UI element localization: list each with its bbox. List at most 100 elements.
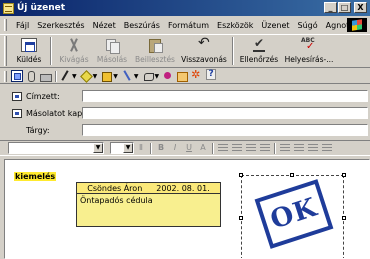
window-controls: _ □ X [324,2,367,13]
pen-icon[interactable] [59,70,71,82]
menu-help[interactable]: Súgó [294,21,322,30]
font-size-select[interactable]: ▼ [110,142,134,154]
undo-icon [196,35,212,52]
chevron-down-icon[interactable]: ▼ [113,73,118,80]
align-right-icon[interactable] [308,143,318,153]
chevron-down-icon[interactable]: ▼ [123,143,133,153]
help-icon[interactable] [204,69,217,82]
shape-icon[interactable] [142,70,154,82]
italic-button[interactable]: I [169,142,181,154]
menu-file[interactable]: Fájl [12,21,33,30]
menu-grip[interactable] [4,19,7,31]
note-text: Öntapadós cédula [80,196,153,205]
justify-icon[interactable] [322,143,332,153]
paste-button[interactable]: Beillesztés [131,35,179,67]
insert-toolbar: ▼ ▼ ▼ ▼ ▼ [0,68,370,84]
toolbar-separator [212,142,214,154]
subject-field[interactable] [82,124,368,136]
undo-label: Visszavonás [181,55,227,64]
print-icon[interactable] [39,70,52,82]
to-label: Címzett: [26,91,60,101]
cut-button[interactable]: Kivágás [55,35,93,67]
underline-button[interactable]: U [183,142,195,154]
minimize-button[interactable]: _ [324,2,337,13]
cc-field[interactable] [82,107,368,119]
copy-button[interactable]: Másolás [93,35,131,67]
resize-handle[interactable] [239,173,243,177]
menu-message[interactable]: Üzenet [257,21,293,30]
menu-view[interactable]: Nézet [89,21,120,30]
chevron-down-icon[interactable]: ▼ [155,73,160,80]
font-color-button[interactable]: A [197,142,209,154]
stationery-button[interactable] [11,70,23,82]
toolbar-grip[interactable] [4,36,7,66]
toolbar-grip[interactable] [4,70,7,82]
toolbar-separator [274,142,276,154]
menu-edit[interactable]: Szerkesztés [33,21,88,30]
toolbar-separator [232,37,234,65]
align-left-icon[interactable] [280,143,290,153]
menu-format[interactable]: Formátum [164,21,213,30]
address-book-icon[interactable] [12,108,22,118]
send-button[interactable]: Küldés [11,35,47,67]
resize-handle[interactable] [342,173,346,177]
paragraph-style-icon[interactable]: Ⅱ [135,142,147,154]
formatting-toolbar: ▼ ▼ Ⅱ B I U A [0,140,370,156]
cc-row: Másolatot kap: [0,106,370,120]
toolbar-separator [55,70,57,82]
undo-button[interactable]: Visszavonás [179,35,229,67]
gear-icon[interactable] [190,68,202,82]
message-body[interactable]: kiemelés Csöndes Áron 2002. 08. 01. Önta… [4,159,370,259]
check-names-label: Ellenőrzés [239,55,279,64]
paste-icon [147,38,163,53]
resize-handle[interactable] [342,216,346,220]
check-names-icon [251,36,267,52]
cut-label: Kivágás [59,55,89,64]
spelling-button[interactable]: Helyesírás-... [281,35,337,67]
brush-icon[interactable] [121,70,133,82]
decrease-indent-icon[interactable] [246,143,256,153]
note-author: Csöndes Áron [87,183,143,193]
numbered-list-icon[interactable] [218,143,228,153]
check-names-button[interactable]: Ellenőrzés [237,35,281,67]
chevron-down-icon[interactable]: ▼ [134,73,139,80]
font-name-select[interactable]: ▼ [8,142,104,154]
to-field[interactable] [82,90,368,102]
highlighter-icon[interactable] [80,70,92,82]
stamp-tool-icon[interactable] [162,70,174,82]
to-row: Címzett: [0,89,370,103]
title-bar: Új üzenet _ □ X [0,0,370,16]
highlighted-text: kiemelés [14,172,57,181]
sticky-note-header: Csöndes Áron 2002. 08. 01. [77,183,220,194]
attach-icon[interactable] [25,70,37,82]
resize-handle[interactable] [290,173,294,177]
bold-button[interactable]: B [155,142,167,154]
fill-color-icon[interactable] [100,70,113,82]
menu-tools[interactable]: Eszközök [213,21,257,30]
envelope-icon [3,2,14,14]
cut-icon [66,38,82,52]
menu-insert[interactable]: Beszúrás [120,21,164,30]
stationery-icon [14,73,21,80]
bullet-list-icon[interactable] [232,143,242,153]
resize-handle[interactable] [239,216,243,220]
toolbar-separator [150,142,152,154]
message-headers: Címzett: Másolatot kap: Tárgy: [0,85,370,137]
align-center-icon[interactable] [294,143,304,153]
toolbar-separator [50,37,52,65]
menu-bar: Fájl Szerkesztés Nézet Beszúrás Formátum… [0,17,370,33]
standard-toolbar: Küldés Kivágás Másolás Beillesztés Vissz… [0,34,370,68]
close-button[interactable]: X [354,2,367,13]
address-book-icon[interactable] [12,91,22,101]
maximize-button[interactable]: □ [338,2,351,13]
chevron-down-icon[interactable]: ▼ [93,143,103,153]
picture-icon[interactable] [176,70,189,82]
send-icon [21,38,37,52]
increase-indent-icon[interactable] [260,143,270,153]
spelling-label: Helyesírás-... [284,55,334,64]
chevron-down-icon[interactable]: ▼ [72,73,77,80]
subject-label: Tárgy: [26,125,50,135]
sticky-note[interactable]: Csöndes Áron 2002. 08. 01. Öntapadós céd… [76,182,221,227]
subject-row: Tárgy: [0,123,370,137]
window-title: Új üzenet [17,3,66,13]
